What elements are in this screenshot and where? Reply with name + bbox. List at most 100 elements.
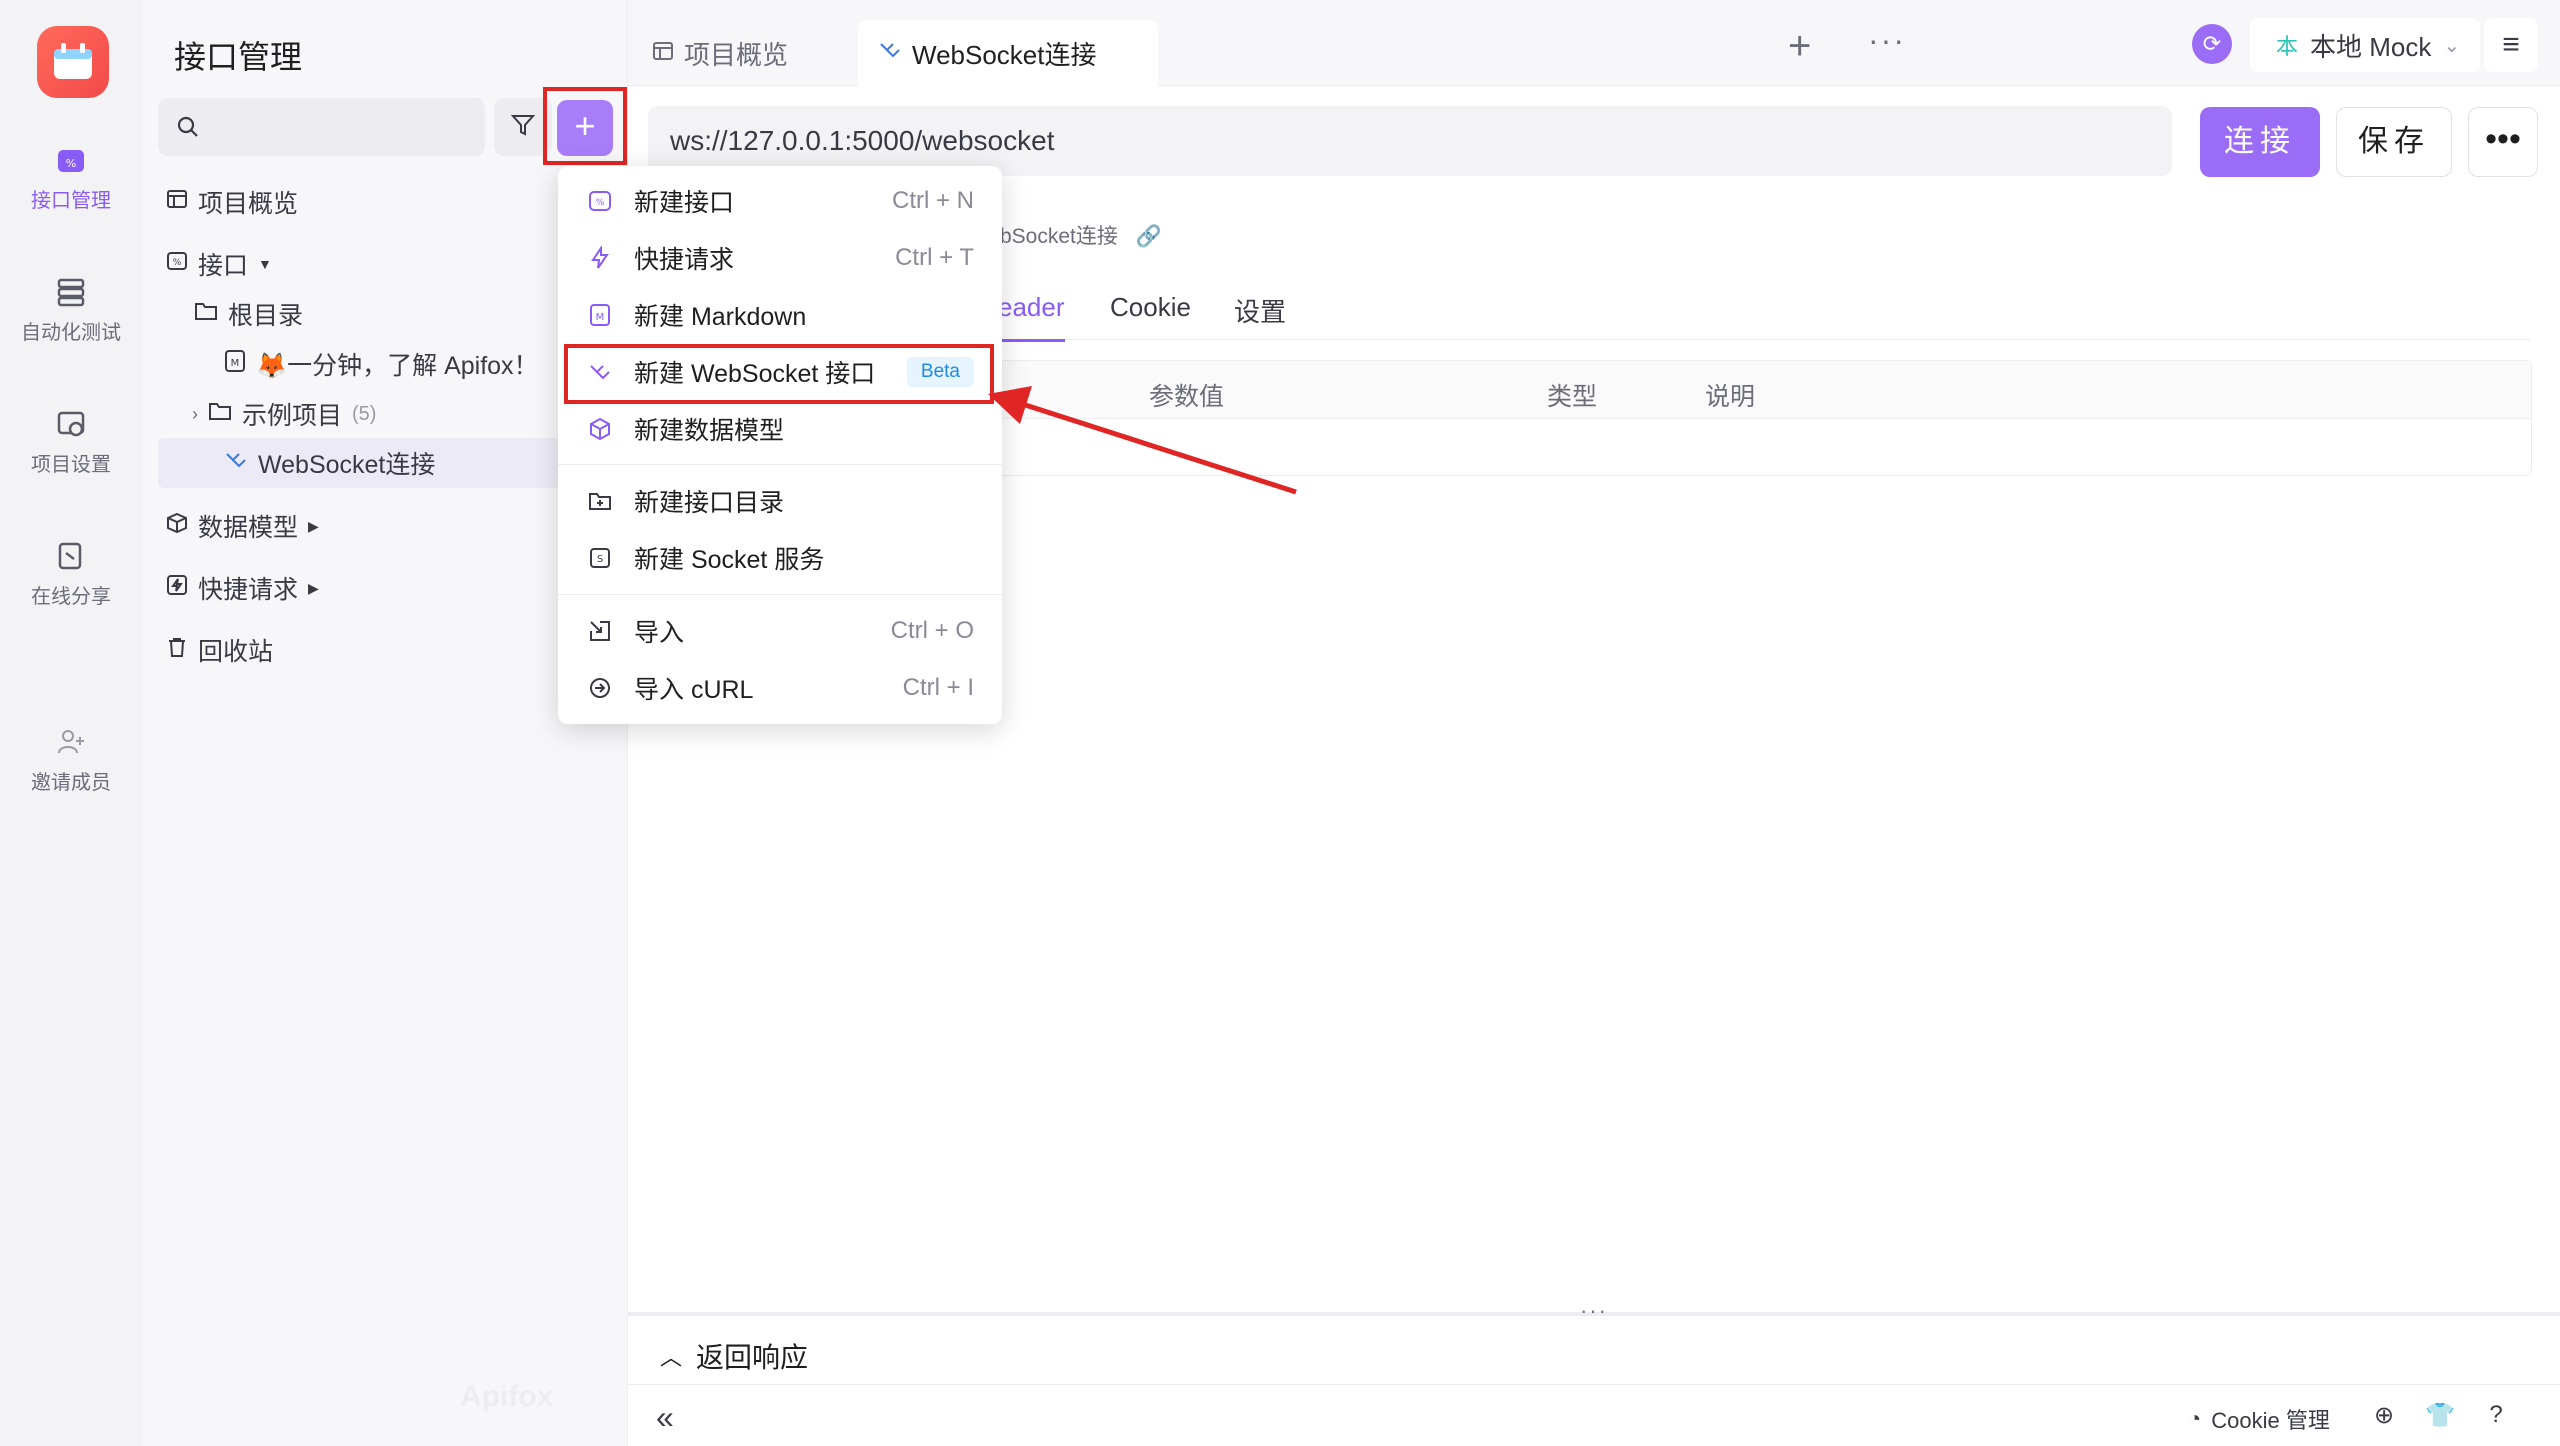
tab-websocket[interactable]: WebSocket连接 xyxy=(858,20,1158,86)
socket-icon: S xyxy=(586,544,614,572)
breadcrumb-label: bSocket连接 xyxy=(1000,225,1118,248)
tree-label: 示例项目 xyxy=(242,402,343,430)
help-icon[interactable]: ? xyxy=(2482,1401,2510,1429)
caret-right-icon: ▶ xyxy=(308,517,319,534)
app-logo[interactable] xyxy=(37,26,109,98)
column-header: 类型 xyxy=(1547,383,1598,411)
folder-plus-icon xyxy=(586,487,614,515)
websocket-icon xyxy=(878,38,902,69)
menu-item-new-api[interactable]: % 新建接口 Ctrl + N xyxy=(558,173,1002,229)
rail-item-project-settings[interactable]: 项目设置 xyxy=(0,406,142,477)
cookie-icon: ◔ xyxy=(2188,1406,2202,1431)
tree-label: 项目概览 xyxy=(198,190,299,218)
menu-divider xyxy=(558,594,1002,595)
resize-handle[interactable]: ··· xyxy=(1580,1298,1608,1324)
apifox-watermark: Apifox xyxy=(460,1380,554,1413)
connect-button[interactable]: 连接 xyxy=(2200,107,2320,177)
menu-item-new-model[interactable]: 新建数据模型 xyxy=(558,401,1002,457)
svg-text:S: S xyxy=(597,554,603,565)
app-rail: % 接口管理 自动化测试 项目设置 在线分享 邀请成员 xyxy=(0,0,142,1446)
menu-item-import-curl[interactable]: 导入 cURL Ctrl + I xyxy=(558,660,1002,716)
curl-icon xyxy=(586,674,614,702)
tree-item-apis[interactable]: % 接口 ▼ xyxy=(166,246,272,282)
menu-item-new-folder[interactable]: 新建接口目录 xyxy=(558,473,1002,529)
markdown-icon: M xyxy=(586,301,614,329)
rail-item-invite-members[interactable]: 邀请成员 xyxy=(0,724,142,795)
cookie-manager-button[interactable]: ◔ Cookie 管理 xyxy=(2188,1403,2330,1435)
tree-item-quick[interactable]: 快捷请求 ▶ xyxy=(166,570,319,606)
tab-overview[interactable]: 项目概览 xyxy=(632,20,808,86)
share-icon xyxy=(53,538,89,574)
new-tab-button[interactable]: + xyxy=(1788,24,1811,69)
filter-icon xyxy=(510,112,536,143)
hamburger-menu-button[interactable]: ≡ xyxy=(2484,18,2538,72)
svg-text:%: % xyxy=(66,157,76,170)
websocket-icon xyxy=(224,448,248,479)
tree-item-websocket[interactable]: WebSocket连接 xyxy=(158,438,620,488)
tab-more-button[interactable]: ··· xyxy=(1868,22,1906,59)
environment-select[interactable]: 本 本地 Mock ⌄ xyxy=(2250,18,2480,72)
upload-icon[interactable]: ⊕ xyxy=(2370,1401,2398,1429)
chevron-up-icon: ︿ xyxy=(660,1345,683,1370)
tree-item-trash[interactable]: 回收站 xyxy=(166,632,273,668)
svg-text:M: M xyxy=(231,358,240,369)
caret-right-icon: ▶ xyxy=(308,579,319,596)
layout-icon xyxy=(166,188,188,217)
more-actions-button[interactable]: ••• xyxy=(2468,107,2538,177)
tree-item-models[interactable]: 数据模型 ▶ xyxy=(166,508,319,544)
tree-item-doc[interactable]: M 🦊一分钟，了解 Apifox！ xyxy=(224,346,539,382)
menu-item-new-socket-service[interactable]: S 新建 Socket 服务 xyxy=(558,530,1002,586)
lightning-icon xyxy=(166,574,188,603)
response-toggle[interactable]: ︿ 返回响应 xyxy=(660,1336,808,1376)
new-item-dropdown: % 新建接口 Ctrl + N 快捷请求 Ctrl + T M 新建 Markd… xyxy=(558,166,1002,724)
column-header: 说明 xyxy=(1705,383,1756,411)
tree-count: (5) xyxy=(352,402,377,425)
api-icon: % xyxy=(53,142,89,178)
tree-item-examples[interactable]: › 示例项目 (5) xyxy=(192,396,376,432)
collapse-sidebar-button[interactable]: « xyxy=(656,1399,674,1436)
cube-icon xyxy=(586,415,614,443)
rail-item-automation[interactable]: 自动化测试 xyxy=(0,274,142,345)
save-button[interactable]: 保存 xyxy=(2336,107,2452,177)
rail-label: 项目设置 xyxy=(31,454,111,476)
folder-icon xyxy=(194,300,218,329)
rail-item-online-share[interactable]: 在线分享 xyxy=(0,538,142,609)
import-icon xyxy=(586,617,614,645)
status-bar: « ◔ Cookie 管理 ⊕ 👕 ? xyxy=(628,1384,2560,1446)
search-input[interactable] xyxy=(158,98,485,156)
layout-icon xyxy=(652,38,674,69)
tab-cookie[interactable]: Cookie xyxy=(1110,292,1191,323)
menu-item-import[interactable]: 导入 Ctrl + O xyxy=(558,603,1002,659)
tab-label: 项目概览 xyxy=(684,39,789,70)
chevron-down-icon: ⌄ xyxy=(2443,34,2461,57)
tree-item-overview[interactable]: 项目概览 xyxy=(166,184,298,220)
tree-item-root[interactable]: 根目录 xyxy=(194,296,303,332)
shortcut: Ctrl + O xyxy=(890,617,974,644)
menu-divider xyxy=(558,464,1002,465)
shirt-icon[interactable]: 👕 xyxy=(2425,1401,2455,1429)
svg-text:M: M xyxy=(596,312,605,323)
tree-label: 接口 xyxy=(198,252,249,280)
link-icon[interactable]: 🔗 xyxy=(1136,225,1162,248)
automation-icon xyxy=(53,274,89,310)
rail-label: 在线分享 xyxy=(31,586,111,608)
sync-icon[interactable]: ⟳ xyxy=(2192,24,2232,64)
rail-item-api-management[interactable]: % 接口管理 xyxy=(0,142,142,213)
trash-icon xyxy=(166,636,188,665)
rail-label: 接口管理 xyxy=(31,190,111,212)
annotation-arrow xyxy=(988,386,1297,495)
menu-label: 新建 Markdown xyxy=(634,303,807,331)
tab-settings[interactable]: 设置 xyxy=(1234,292,1286,329)
env-badge: 本 xyxy=(2276,34,2299,59)
tree-label: 快捷请求 xyxy=(198,576,299,604)
menu-item-new-markdown[interactable]: M 新建 Markdown xyxy=(558,287,1002,343)
menu-icon: ≡ xyxy=(2502,28,2520,61)
menu-label: 快捷请求 xyxy=(634,246,735,274)
chevron-right-icon: › xyxy=(192,403,198,424)
api-tree-sidebar: 接口管理 + 项目概览 % 接口 ▼ 根目录 M 🦊一分钟，了解 Apifox！… xyxy=(142,0,628,1446)
env-label: 本地 Mock xyxy=(2310,31,2432,62)
api-icon: % xyxy=(586,187,614,215)
highlight-box xyxy=(564,344,994,404)
tab-header[interactable]: eader xyxy=(998,292,1065,342)
menu-item-quick-request[interactable]: 快捷请求 Ctrl + T xyxy=(558,230,1002,286)
